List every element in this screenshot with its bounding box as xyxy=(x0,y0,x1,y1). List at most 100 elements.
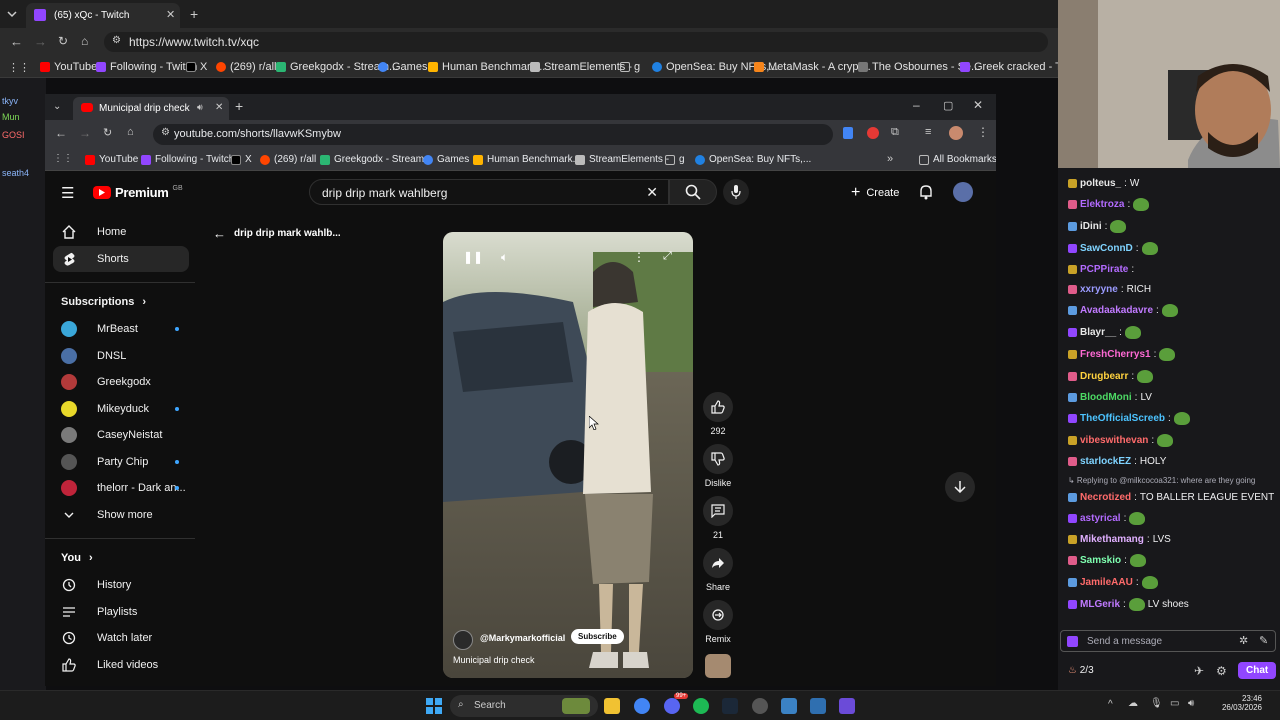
chat-username[interactable]: iDini xyxy=(1080,221,1102,232)
outer-tab-twitch[interactable]: (65) xQc - Twitch ✕ xyxy=(26,3,180,28)
bookmark[interactable]: MetaMask - A crypt... xyxy=(754,61,871,73)
voice-search-button[interactable] xyxy=(723,179,749,205)
reload-icon[interactable]: ↻ xyxy=(103,126,112,139)
chat-username[interactable]: Samskio xyxy=(1080,555,1121,566)
minimize-button[interactable]: – xyxy=(913,98,920,112)
bookmark[interactable]: Greekgodx - Stream... xyxy=(320,154,432,165)
chat-send-button[interactable]: Chat xyxy=(1238,662,1277,679)
chat-username[interactable]: JamileAAU xyxy=(1080,577,1133,588)
obs-icon[interactable] xyxy=(752,698,768,714)
chat-message[interactable]: Mikethamang: LVS xyxy=(1068,534,1171,545)
discord-icon[interactable] xyxy=(664,698,680,714)
chat-badge-icon[interactable] xyxy=(1067,636,1078,647)
sidebar-item-liked-videos[interactable]: Liked videos xyxy=(53,652,189,678)
chat-username[interactable]: Necrotized xyxy=(1080,492,1131,503)
app-icon[interactable] xyxy=(781,698,797,714)
twitch-channel[interactable]: Mun xyxy=(2,112,20,122)
all-bookmarks[interactable]: All Bookmarks xyxy=(919,154,996,165)
bookmark[interactable]: Games xyxy=(423,154,469,165)
app-icon[interactable] xyxy=(810,698,826,714)
channel-avatar[interactable] xyxy=(453,630,473,650)
tab-search-icon[interactable]: ⌄ xyxy=(53,101,61,112)
close-tab-icon[interactable]: ✕ xyxy=(215,102,223,113)
chat-username[interactable]: astyrical xyxy=(1080,513,1121,524)
hamburger-menu-icon[interactable]: ☰ xyxy=(61,184,74,202)
fullscreen-icon[interactable]: ⤢ xyxy=(663,250,672,263)
tray-chevron-icon[interactable]: ^ xyxy=(1108,699,1113,710)
chat-message[interactable]: astyrical: xyxy=(1068,512,1146,525)
chat-message[interactable]: Avadaakadavre: xyxy=(1068,304,1178,317)
inner-tab-youtube[interactable]: Municipal drip check 🔊︎ ✕ xyxy=(73,97,229,120)
twitch-channel[interactable]: seath4 xyxy=(2,168,29,178)
bookmark[interactable]: OpenSea: Buy NFTs,... xyxy=(695,154,811,165)
subscriptions-header[interactable]: Subscriptions › xyxy=(61,296,146,308)
sidebar-item-shorts[interactable]: Shorts xyxy=(53,246,189,272)
chat-username[interactable]: Blayr__ xyxy=(1080,327,1116,338)
bookmark[interactable]: StreamElements - xyxy=(575,154,669,165)
bookmark[interactable]: Human Benchmark... xyxy=(428,61,545,73)
pause-icon[interactable]: ❚❚ xyxy=(463,250,483,264)
new-tab-button[interactable]: + xyxy=(190,6,198,22)
more-options-icon[interactable]: ⋮ xyxy=(633,250,645,264)
chat-username[interactable]: Mikethamang xyxy=(1080,534,1144,545)
chat-message[interactable]: Elektroza: xyxy=(1068,198,1150,211)
media-icon[interactable]: ≡ xyxy=(925,126,931,138)
extensions-puzzle-icon[interactable]: ⧉ xyxy=(891,126,899,139)
onedrive-icon[interactable]: ☁ xyxy=(1128,698,1138,709)
menu-icon[interactable]: ⋮ xyxy=(977,125,989,139)
youtube-premium-logo[interactable]: Premium GB xyxy=(93,185,183,200)
steam-icon[interactable] xyxy=(722,698,738,714)
bookmark[interactable]: Human Benchmark... xyxy=(473,154,581,165)
create-button[interactable]: + Create xyxy=(851,184,899,202)
chat-username[interactable]: SawConnD xyxy=(1080,243,1133,254)
bookmark[interactable]: Games xyxy=(378,61,427,73)
chat-message[interactable]: vibeswithevan: xyxy=(1068,434,1174,447)
bookmark[interactable]: YouTube xyxy=(40,61,97,73)
bookmark[interactable]: (269) r/all xyxy=(216,61,276,73)
chat-message[interactable]: polteus_: W xyxy=(1068,178,1139,189)
display-icon[interactable]: ▭ xyxy=(1170,698,1179,709)
chat-username[interactable]: MLGerik xyxy=(1080,599,1120,610)
sidebar-item-playlists[interactable]: Playlists xyxy=(53,599,189,625)
chat-username[interactable]: PCPPirate xyxy=(1080,264,1128,275)
maximize-button[interactable]: ▢ xyxy=(943,99,953,112)
chat-reply-context[interactable]: ↳ Replying to @milkcocoa321: where are t… xyxy=(1068,476,1255,485)
chat-username[interactable]: Avadaakadavre xyxy=(1080,305,1153,316)
apps-icon[interactable]: ⋮⋮ xyxy=(8,61,30,74)
tab-search-icon[interactable] xyxy=(6,8,18,20)
subscription-item[interactable]: Greekgodx xyxy=(53,369,189,395)
subscription-item[interactable]: thelorr - Dark an... xyxy=(53,475,189,501)
home-icon[interactable]: ⌂ xyxy=(81,34,88,48)
extension-icon[interactable] xyxy=(867,127,879,139)
chat-username[interactable]: vibeswithevan xyxy=(1080,435,1148,446)
bits-icon[interactable]: ✎ xyxy=(1259,634,1268,647)
bookmark-folder[interactable]: g xyxy=(665,154,685,165)
file-explorer-icon[interactable] xyxy=(604,698,620,714)
next-short-button[interactable] xyxy=(945,472,975,502)
bookmark-folder[interactable]: g xyxy=(620,61,640,73)
inner-url-field[interactable]: ⚙ youtube.com/shorts/llavwKSmybw xyxy=(153,124,833,145)
emote-picker-icon[interactable]: ✲ xyxy=(1239,634,1248,647)
chat-username[interactable]: xxryyne xyxy=(1080,284,1118,295)
sound-thumbnail[interactable] xyxy=(705,654,731,678)
twitch-channel[interactable]: tkyv xyxy=(2,96,18,106)
chat-settings-icon[interactable]: ⚙ xyxy=(1216,664,1227,678)
dislike-button[interactable]: Dislike xyxy=(703,444,733,488)
app-icon[interactable] xyxy=(839,698,855,714)
new-tab-button[interactable]: + xyxy=(235,98,243,114)
chat-username[interactable]: Elektroza xyxy=(1080,199,1124,210)
subscription-item[interactable]: MrBeast xyxy=(53,316,189,342)
bookmark[interactable]: StreamElements - xyxy=(530,61,632,73)
show-more-button[interactable]: Show more xyxy=(53,502,189,528)
channel-points[interactable]: ♨ 2/3 xyxy=(1068,665,1094,676)
home-icon[interactable]: ⌂ xyxy=(127,126,134,138)
chat-message[interactable]: PCPPirate: xyxy=(1068,264,1134,275)
chat-message[interactable]: TheOfficialScreeb: xyxy=(1068,412,1190,425)
speaker-icon[interactable]: 🔊︎ xyxy=(197,102,203,113)
notifications-bell-icon[interactable] xyxy=(919,184,933,200)
chat-message[interactable]: MLGerik: LV shoes xyxy=(1068,598,1189,611)
chat-message[interactable]: Drugbearr: xyxy=(1068,370,1154,383)
system-clock[interactable]: 23:46 26/03/2026 xyxy=(1218,694,1262,712)
reload-icon[interactable]: ↻ xyxy=(58,34,68,48)
twitch-channel[interactable]: GOSI xyxy=(2,130,25,140)
